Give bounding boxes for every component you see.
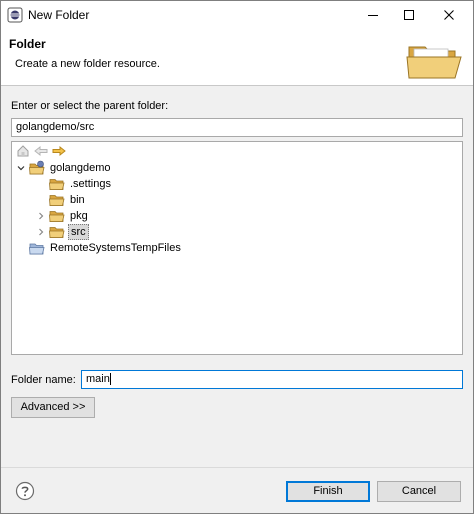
window-title: New Folder [28, 8, 90, 22]
help-icon[interactable] [15, 481, 35, 501]
eclipse-app-icon [7, 7, 23, 23]
tree-item-label: RemoteSystemsTempFiles [50, 242, 181, 254]
folder-tree[interactable]: golangdemo .settings bin pkg src RemoteS… [11, 141, 463, 355]
button-bar-separator [1, 467, 473, 468]
folder-name-input[interactable]: main [81, 370, 463, 389]
tree-item-label: pkg [70, 210, 88, 222]
tree-item-label-selected: src [68, 224, 89, 240]
tree-toolbar [16, 144, 66, 160]
folder-icon [49, 211, 65, 222]
folder-name-value: main [86, 373, 110, 385]
page-title: Folder [9, 37, 46, 51]
folder-icon [49, 227, 65, 238]
minimize-icon [368, 15, 378, 16]
forward-arrow-icon[interactable] [52, 144, 66, 158]
collapsed-chevron-icon[interactable] [36, 224, 46, 240]
folder-icon [49, 195, 65, 206]
project-icon [29, 160, 45, 175]
page-description: Create a new folder resource. [15, 58, 160, 70]
project-icon [29, 243, 45, 255]
tree-item-label: bin [70, 194, 85, 206]
maximize-button[interactable] [389, 1, 429, 29]
tree-item-pkg[interactable]: pkg [36, 208, 90, 224]
open-folder-banner-icon [406, 46, 462, 79]
cancel-button[interactable]: Cancel [377, 481, 461, 502]
folder-name-label: Folder name: [11, 374, 76, 386]
tree-item-label: .settings [70, 178, 111, 190]
tree-item-src[interactable]: src [36, 224, 89, 240]
minimize-button[interactable] [353, 1, 393, 29]
close-icon [444, 10, 454, 20]
maximize-icon [404, 10, 414, 20]
collapsed-chevron-icon[interactable] [36, 208, 46, 224]
close-window-button[interactable] [429, 1, 469, 29]
finish-button[interactable]: Finish [286, 481, 370, 502]
tree-item-golangdemo[interactable]: golangdemo [16, 160, 113, 176]
home-icon[interactable] [16, 144, 30, 158]
wizard-header: Folder Create a new folder resource. [1, 29, 473, 86]
tree-item-remotesystemstempfiles[interactable]: RemoteSystemsTempFiles [16, 240, 183, 256]
tree-item-label: golangdemo [50, 162, 111, 174]
text-cursor [109, 373, 111, 386]
folder-icon [49, 179, 65, 190]
parent-folder-label: Enter or select the parent folder: [11, 100, 169, 112]
title-bar: New Folder [1, 1, 473, 29]
advanced-button[interactable]: Advanced >> [11, 397, 95, 418]
back-arrow-icon[interactable] [34, 144, 48, 158]
tree-item-bin[interactable]: bin [36, 192, 87, 208]
expanded-chevron-icon[interactable] [16, 160, 26, 176]
tree-item-settings[interactable]: .settings [36, 176, 113, 192]
parent-folder-input[interactable]: golangdemo/src [11, 118, 463, 137]
new-folder-dialog: New Folder Folder Create a new folder re… [0, 0, 474, 514]
